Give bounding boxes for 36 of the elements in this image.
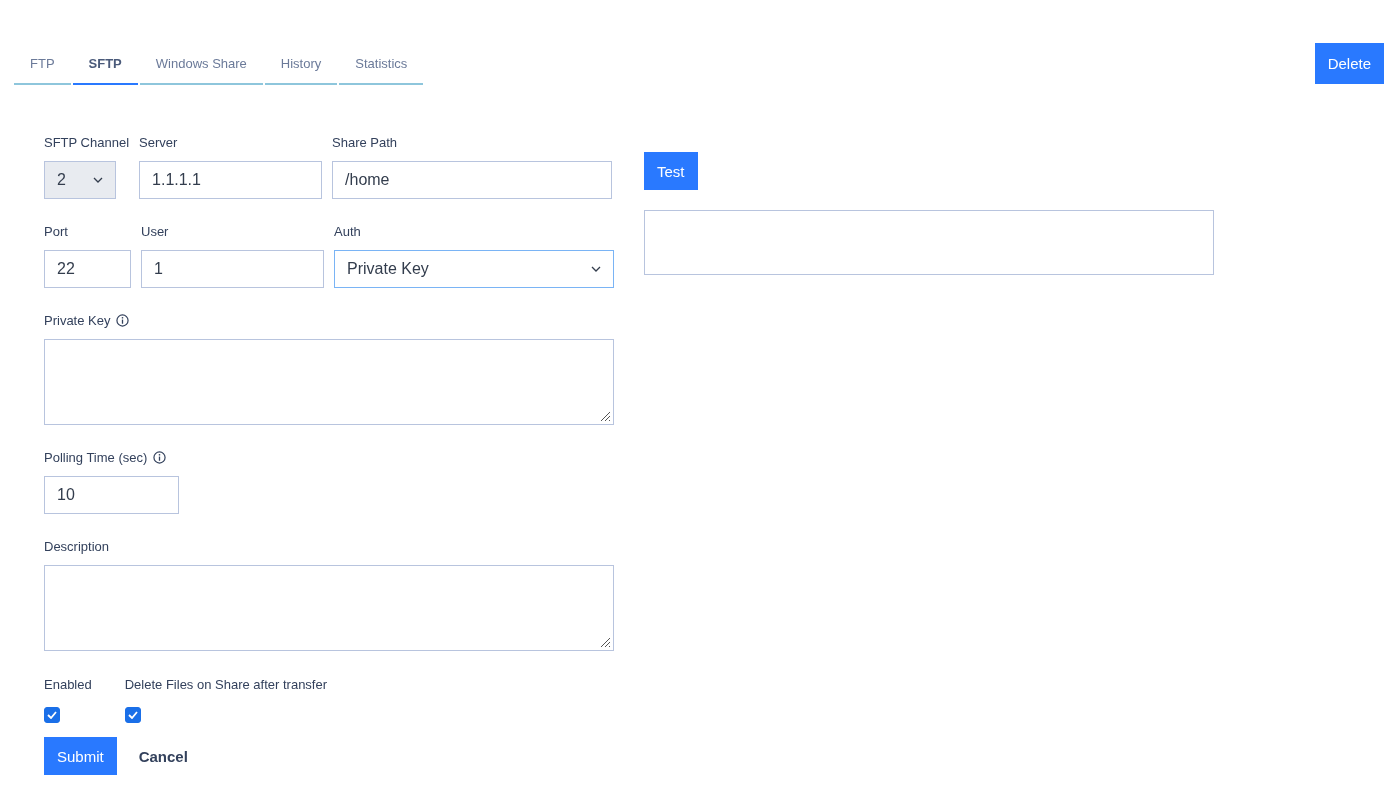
cancel-button[interactable]: Cancel — [132, 746, 194, 766]
chevron-down-icon — [93, 177, 103, 183]
input-field[interactable]: 1 — [141, 250, 324, 288]
check-icon — [127, 711, 138, 719]
delete-button[interactable]: Delete — [1314, 43, 1384, 84]
field-label: Port — [44, 224, 68, 239]
checkbox-label: Delete Files on Share after transfer — [124, 677, 328, 692]
field-label: Share Path — [332, 135, 398, 150]
resize-grip-icon — [600, 637, 611, 648]
submit-button[interactable]: Submit — [44, 737, 117, 775]
field-label: User — [141, 224, 169, 239]
checkbox[interactable] — [124, 707, 141, 723]
tab[interactable]: Windows Share — [139, 50, 263, 85]
info-icon[interactable] — [153, 451, 167, 464]
input-field[interactable]: 10 — [44, 476, 179, 514]
input-field[interactable]: 1.1.1.1 — [139, 161, 323, 199]
field-label: Polling Time (sec) — [44, 450, 148, 465]
checkbox-label: Enabled — [44, 677, 92, 692]
tab[interactable]: History — [264, 50, 338, 85]
tab[interactable]: SFTP — [72, 50, 138, 85]
input-field[interactable]: /home — [332, 161, 613, 199]
field-label: Private Key — [44, 313, 111, 328]
field-label: Auth — [334, 224, 361, 239]
chevron-down-icon — [591, 266, 601, 272]
field-label: Server — [139, 135, 178, 150]
select-field[interactable]: Private Key — [334, 250, 614, 288]
tab[interactable]: FTP — [14, 50, 71, 85]
info-icon[interactable] — [116, 314, 130, 327]
test-button[interactable]: Test — [644, 152, 698, 190]
field-label: SFTP Channel — [44, 135, 130, 150]
check-icon — [47, 711, 57, 719]
checkbox[interactable] — [44, 707, 60, 723]
field-label: Description — [44, 539, 110, 554]
input-field[interactable]: 22 — [44, 250, 131, 288]
tab[interactable]: Statistics — [339, 50, 424, 85]
resize-grip-icon — [600, 411, 611, 422]
